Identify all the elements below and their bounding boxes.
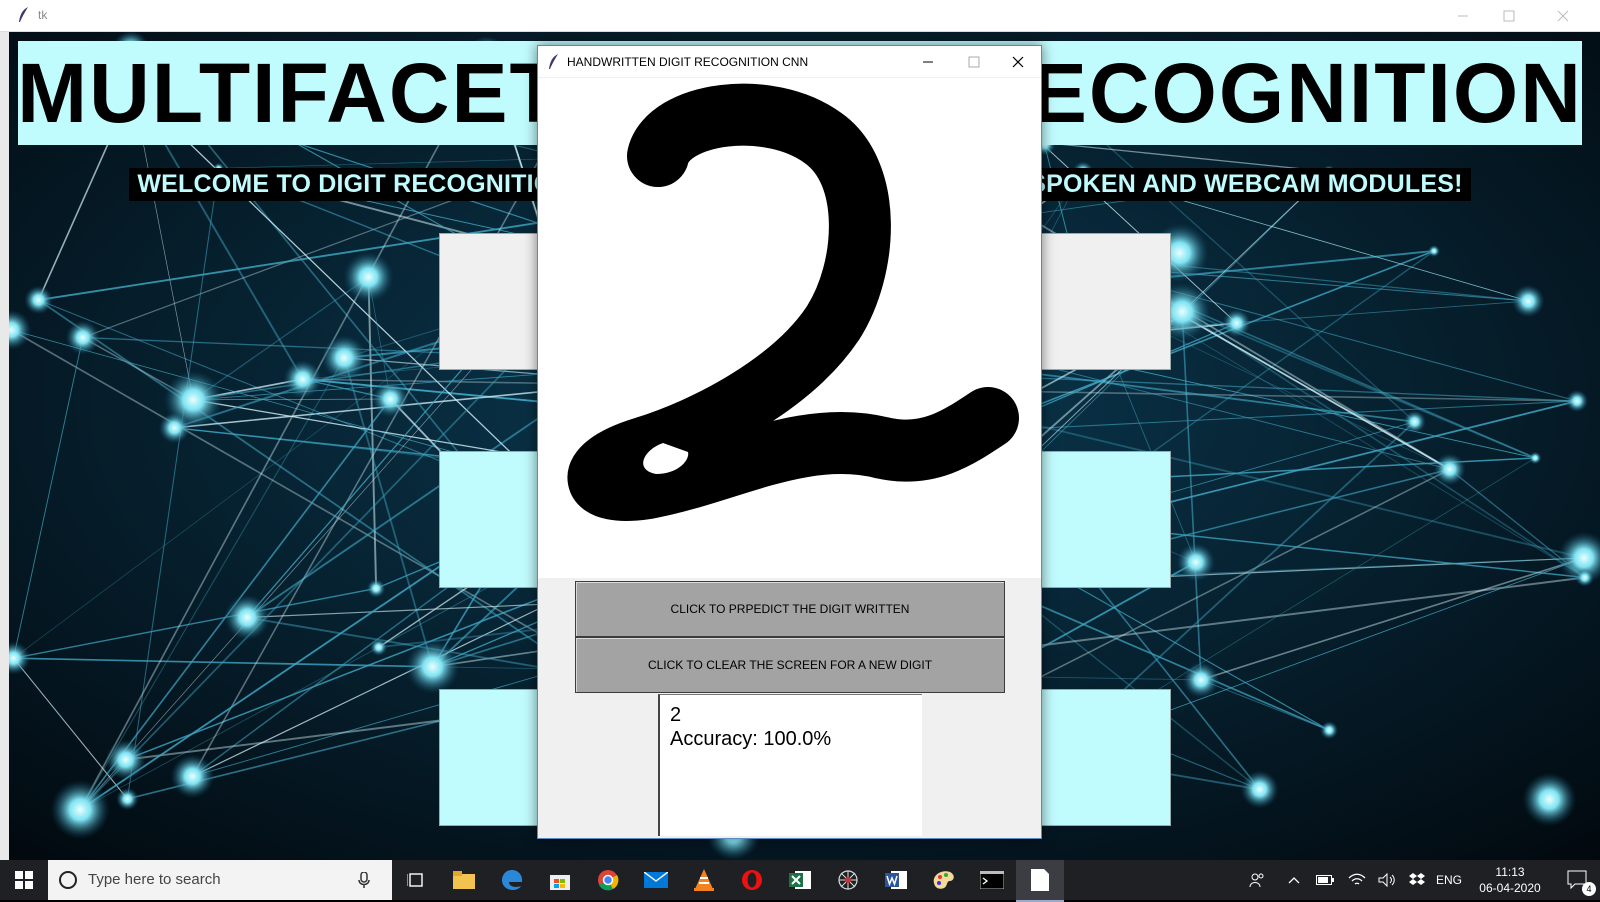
predicted-digit: 2 xyxy=(670,704,682,726)
store-icon[interactable] xyxy=(536,860,584,900)
clock[interactable]: 11:13 06-04-2020 xyxy=(1470,864,1550,896)
minimize-button[interactable] xyxy=(1440,0,1486,31)
dialog-minimize-button[interactable] xyxy=(905,46,951,77)
prediction-accuracy: Accuracy: 100.0% xyxy=(670,728,832,750)
dialog-maximize-button[interactable] xyxy=(951,46,997,77)
language-indicator[interactable]: ENG xyxy=(1432,860,1466,900)
dialog-titlebar[interactable]: HANDWRITTEN DIGIT RECOGNITION CNN xyxy=(538,46,1041,77)
start-button[interactable] xyxy=(0,860,48,900)
opera-icon[interactable] xyxy=(728,860,776,900)
file-explorer-icon[interactable] xyxy=(440,860,488,900)
dialog-close-button[interactable] xyxy=(995,46,1041,77)
maximize-button[interactable] xyxy=(1486,0,1532,31)
predict-button[interactable]: CLICK TO PRPEDICT THE DIGIT WRITTEN xyxy=(575,581,1005,637)
close-icon xyxy=(1557,10,1569,21)
paint-icon[interactable] xyxy=(920,860,968,900)
windows-icon xyxy=(15,871,33,889)
wifi-icon[interactable] xyxy=(1344,860,1370,900)
close-icon xyxy=(1012,56,1024,67)
maximize-icon xyxy=(968,56,980,67)
maximize-icon xyxy=(1503,10,1515,21)
spider-icon[interactable] xyxy=(824,860,872,900)
battery-icon[interactable] xyxy=(1312,860,1338,900)
window-left-edge xyxy=(0,32,9,860)
edge-icon[interactable] xyxy=(488,860,536,900)
vlc-icon[interactable] xyxy=(680,860,728,900)
drawing-canvas[interactable] xyxy=(538,78,1041,578)
chevron-up-icon[interactable] xyxy=(1282,860,1306,900)
action-center-button[interactable]: 4 xyxy=(1556,860,1600,900)
clock-date: 06-04-2020 xyxy=(1479,881,1541,895)
microphone-icon xyxy=(358,872,370,888)
main-window-title: tk xyxy=(38,8,48,22)
handwritten-digit-stroke xyxy=(568,83,1019,521)
taskbar: Type here to search ENG 11:13 06-04-2020… xyxy=(0,860,1600,902)
excel-icon[interactable] xyxy=(776,860,824,900)
chrome-icon[interactable] xyxy=(584,860,632,900)
close-button[interactable] xyxy=(1540,0,1586,31)
dialog-title: HANDWRITTEN DIGIT RECOGNITION CNN xyxy=(567,55,809,69)
clock-time: 11:13 xyxy=(1495,865,1525,879)
word-icon[interactable] xyxy=(872,860,920,900)
prediction-result-box: 2 Accuracy: 100.0% xyxy=(658,694,922,836)
mail-icon[interactable] xyxy=(632,860,680,900)
dropbox-icon[interactable] xyxy=(1404,860,1430,900)
cortana-icon xyxy=(59,871,77,889)
task-view-icon[interactable] xyxy=(392,860,440,900)
taskbar-search-box[interactable]: Type here to search xyxy=(48,860,392,900)
handwritten-digit-dialog: HANDWRITTEN DIGIT RECOGNITION CNN CLICK … xyxy=(537,45,1042,839)
search-placeholder: Type here to search xyxy=(88,871,221,888)
volume-icon[interactable] xyxy=(1374,860,1400,900)
feather-icon xyxy=(19,7,28,22)
minimize-icon xyxy=(923,61,933,62)
minimize-icon xyxy=(1458,15,1468,16)
terminal-icon[interactable] xyxy=(968,860,1016,900)
notepad-icon[interactable] xyxy=(1016,860,1064,902)
main-window-titlebar[interactable]: tk xyxy=(0,0,1600,32)
notification-badge: 4 xyxy=(1582,882,1596,896)
feather-icon xyxy=(549,54,558,69)
people-icon[interactable] xyxy=(1242,860,1272,900)
clear-button[interactable]: CLICK TO CLEAR THE SCREEN FOR A NEW DIGI… xyxy=(575,637,1005,693)
